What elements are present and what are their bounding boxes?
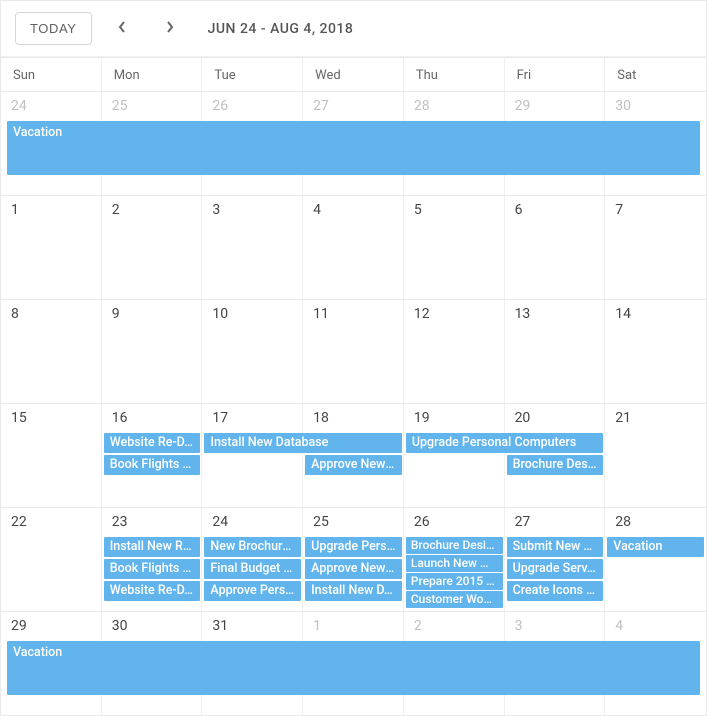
next-button[interactable] — [152, 11, 188, 47]
toolbar: TODAY JUN 24 - AUG 4, 2018 — [1, 1, 706, 57]
day-header: Thu — [404, 58, 505, 91]
calendar-event[interactable]: Brochure Desi… — [507, 455, 604, 475]
week-row: 22232425262728Install New R…New Brochure… — [1, 507, 706, 611]
scheduler: TODAY JUN 24 - AUG 4, 2018 SunMonTueWedT… — [0, 0, 707, 716]
calendar-event[interactable]: Website Re-D… — [104, 433, 201, 453]
weeks-container: 24252627282930Vacation123456789101112131… — [1, 91, 706, 715]
today-button[interactable]: TODAY — [15, 12, 92, 45]
calendar-event[interactable]: Upgrade Personal Computers — [406, 433, 603, 453]
calendar-event[interactable]: Book Flights t… — [104, 455, 201, 475]
week-row: 1234567 — [1, 195, 706, 299]
calendar-event[interactable]: Upgrade Pers… — [305, 537, 402, 557]
day-header: Fri — [505, 58, 606, 91]
calendar-event[interactable]: Upgrade Serv… — [507, 559, 604, 579]
calendar-event[interactable]: Book Flights t… — [104, 559, 201, 579]
events-layer: Install New R…New BrochuresUpgrade Pers…… — [1, 536, 706, 611]
calendar-event[interactable]: Approve Pers… — [204, 581, 301, 601]
week-row: 2930311234Vacation — [1, 611, 706, 715]
day-header: Wed — [303, 58, 404, 91]
chevron-left-icon — [117, 19, 127, 38]
calendar-event[interactable]: Install New Database — [204, 433, 401, 453]
date-range-label: JUN 24 - AUG 4, 2018 — [208, 21, 354, 37]
chevron-right-icon — [165, 19, 175, 38]
day-header: Sat — [605, 58, 706, 91]
events-layer: Vacation — [1, 120, 706, 195]
calendar-event[interactable]: Prepare 2015 … — [406, 573, 503, 590]
calendar-event[interactable]: Vacation — [607, 537, 704, 557]
day-header: Mon — [102, 58, 203, 91]
week-row: 24252627282930Vacation — [1, 91, 706, 195]
calendar-event[interactable]: Create Icons f… — [507, 581, 604, 601]
calendar-event[interactable]: Install New D… — [305, 581, 402, 601]
events-layer — [1, 328, 706, 403]
week-row: 891011121314 — [1, 299, 706, 403]
calendar-event[interactable]: Submit New … — [507, 537, 604, 557]
prev-button[interactable] — [104, 11, 140, 47]
day-header: Sun — [1, 58, 102, 91]
events-layer: Website Re-D…Install New DatabaseUpgrade… — [1, 432, 706, 507]
events-layer: Vacation — [1, 640, 706, 715]
calendar-event[interactable]: Brochure Desi… — [406, 537, 503, 554]
events-layer — [1, 224, 706, 299]
week-row: 15161718192021Website Re-D…Install New D… — [1, 403, 706, 507]
calendar-event[interactable]: New Brochures — [204, 537, 301, 557]
calendar-event[interactable]: Install New R… — [104, 537, 201, 557]
calendar-event[interactable]: Customer Wo… — [406, 591, 503, 608]
calendar-event[interactable]: Vacation — [7, 641, 700, 695]
calendar-event[interactable]: Vacation — [7, 121, 700, 175]
calendar-event[interactable]: Final Budget … — [204, 559, 301, 579]
day-header: Tue — [202, 58, 303, 91]
calendar-event[interactable]: Approve New … — [305, 559, 402, 579]
day-header-row: SunMonTueWedThuFriSat — [1, 57, 706, 91]
calendar-event[interactable]: Launch New … — [406, 555, 503, 572]
calendar-event[interactable]: Approve New … — [305, 455, 402, 475]
calendar-event[interactable]: Website Re-D… — [104, 581, 201, 601]
